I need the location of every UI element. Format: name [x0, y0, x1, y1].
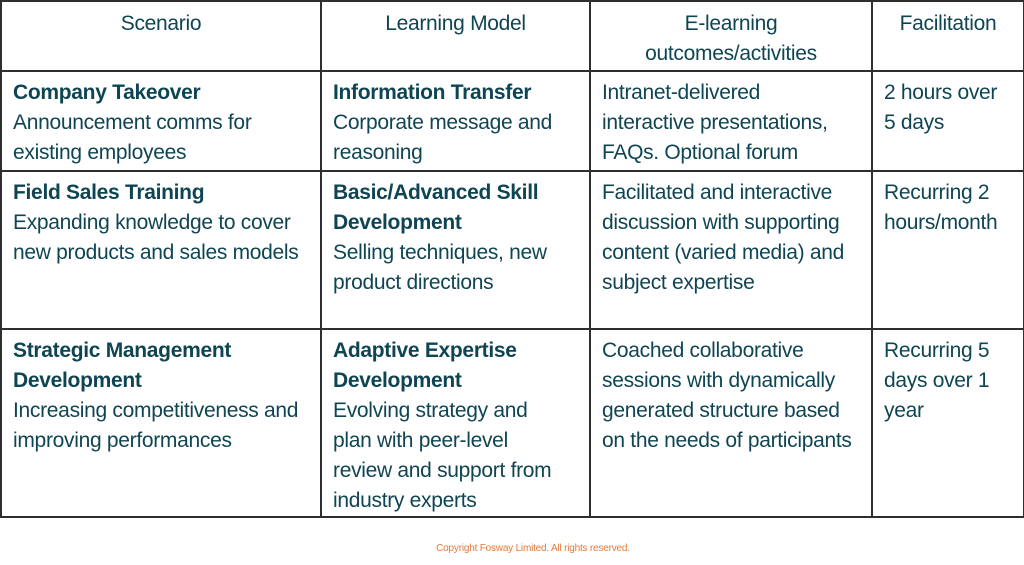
model-desc: review and support from [333, 459, 552, 482]
header-elearning-label-line2: outcomes/activities [645, 42, 817, 65]
cell-activities: Coached collaborative sessions with dyna… [589, 328, 873, 518]
model-desc: product directions [333, 271, 494, 294]
scenario-desc: new products and sales models [13, 241, 299, 264]
activities-desc: interactive presentations, [602, 111, 828, 134]
header-learning-model: Learning Model [320, 0, 591, 72]
activities-desc: Facilitated and interactive [602, 181, 833, 204]
header-scenario: Scenario [0, 0, 322, 72]
facilitation-desc: Recurring 2 [884, 181, 990, 204]
table-row: Field Sales Training Expanding knowledge… [0, 170, 1024, 330]
scenario-title: Company Takeover [13, 81, 201, 104]
header-facilitation-label: Facilitation [899, 12, 997, 35]
table-row: Company Takeover Announcement comms for … [0, 70, 1024, 172]
cell-facilitation: 2 hours over 5 days [871, 70, 1024, 172]
activities-desc: discussion with supporting [602, 211, 840, 234]
cell-facilitation: Recurring 2 hours/month [871, 170, 1024, 330]
facilitation-desc: hours/month [884, 211, 998, 234]
header-elearning-outcomes: E-learning outcomes/activities [589, 0, 873, 72]
cell-learning-model: Basic/Advanced Skill Development Selling… [320, 170, 591, 330]
model-desc: Selling techniques, new [333, 241, 547, 264]
facilitation-desc: year [884, 399, 924, 422]
model-desc: reasoning [333, 141, 423, 164]
cell-facilitation: Recurring 5 days over 1 year [871, 328, 1024, 518]
scenario-desc: Expanding knowledge to cover [13, 211, 291, 234]
facilitation-desc: 5 days [884, 111, 945, 134]
header-learning-model-label: Learning Model [385, 12, 526, 35]
table-row: Strategic Management Development Increas… [0, 328, 1024, 518]
scenario-title: Development [13, 369, 142, 392]
activities-desc: Coached collaborative [602, 339, 804, 362]
scenario-desc: Announcement comms for [13, 111, 252, 134]
scenario-desc: Increasing competitiveness and [13, 399, 299, 422]
model-title: Development [333, 369, 462, 392]
activities-desc: on the needs of participants [602, 429, 852, 452]
header-scenario-label: Scenario [120, 12, 202, 35]
model-title: Development [333, 211, 462, 234]
model-desc: Corporate message and [333, 111, 552, 134]
activities-desc: content (varied media) and [602, 241, 845, 264]
facilitation-desc: Recurring 5 [884, 339, 990, 362]
learning-scenarios-table: Scenario Learning Model E-learning outco… [0, 0, 1024, 518]
cell-learning-model: Information Transfer Corporate message a… [320, 70, 591, 172]
activities-desc: Intranet-delivered [602, 81, 761, 104]
activities-desc: generated structure based [602, 399, 840, 422]
model-desc: industry experts [333, 489, 477, 512]
scenario-desc: improving performances [13, 429, 232, 452]
scenario-title: Field Sales Training [13, 181, 205, 204]
cell-scenario: Strategic Management Development Increas… [0, 328, 322, 518]
model-title: Information Transfer [333, 81, 532, 104]
header-facilitation: Facilitation [871, 0, 1024, 72]
facilitation-desc: days over 1 [884, 369, 990, 392]
cell-learning-model: Adaptive Expertise Development Evolving … [320, 328, 591, 518]
cell-activities: Facilitated and interactive discussion w… [589, 170, 873, 330]
model-title: Basic/Advanced Skill [333, 181, 539, 204]
cell-scenario: Company Takeover Announcement comms for … [0, 70, 322, 172]
scenario-title: Strategic Management [13, 339, 232, 362]
activities-desc: sessions with dynamically [602, 369, 835, 392]
header-elearning-label-line1: E-learning [684, 12, 778, 35]
scenario-desc: existing employees [13, 141, 187, 164]
model-desc: Evolving strategy and [333, 399, 528, 422]
model-desc: plan with peer-level [333, 429, 508, 452]
cell-activities: Intranet-delivered interactive presentat… [589, 70, 873, 172]
activities-desc: FAQs. Optional forum [602, 141, 798, 164]
header-row: Scenario Learning Model E-learning outco… [0, 0, 1024, 72]
facilitation-desc: 2 hours over [884, 81, 998, 104]
activities-desc: subject expertise [602, 271, 755, 294]
model-title: Adaptive Expertise [333, 339, 517, 362]
copyright-notice: Copyright Fosway Limited. All rights res… [436, 543, 630, 554]
cell-scenario: Field Sales Training Expanding knowledge… [0, 170, 322, 330]
